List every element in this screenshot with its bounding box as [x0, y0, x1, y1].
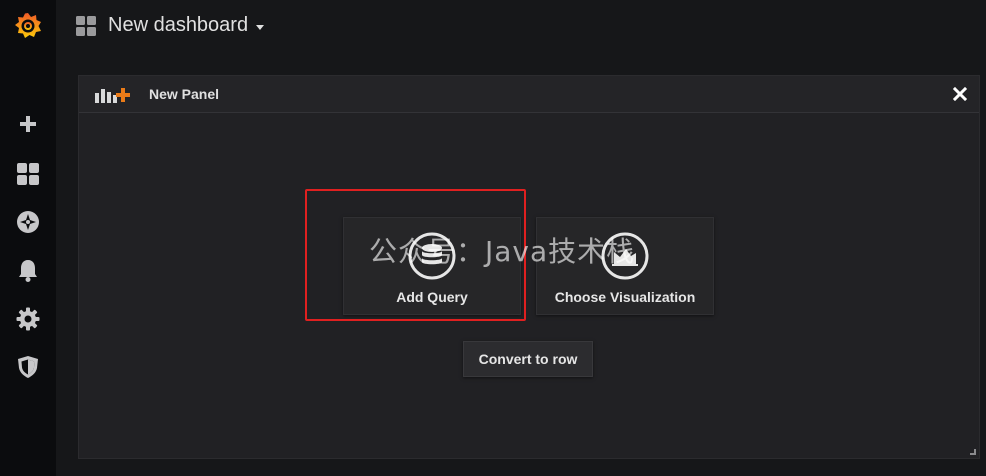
- sidebar-item-server-admin[interactable]: [0, 347, 56, 387]
- new-panel: New Panel Add Query Choose Visualization…: [78, 75, 980, 459]
- dashboard-title-picker[interactable]: New dashboard: [108, 14, 265, 37]
- sidebar: [0, 0, 56, 476]
- shield-icon: [18, 356, 38, 378]
- grafana-logo-icon: [15, 13, 41, 38]
- choose-visualization-label: Choose Visualization: [554, 289, 696, 305]
- sidebar-item-alerting[interactable]: [0, 250, 56, 290]
- caret-down-icon: [256, 25, 265, 30]
- close-panel-button[interactable]: [951, 85, 969, 103]
- panel-header: New Panel: [79, 76, 979, 113]
- plus-icon: [20, 116, 36, 132]
- grafana-logo[interactable]: [0, 6, 56, 48]
- sidebar-item-configuration[interactable]: [0, 299, 56, 339]
- top-navbar: New dashboard: [56, 0, 986, 56]
- convert-to-row-button[interactable]: Convert to row: [463, 341, 593, 377]
- bell-icon: [19, 260, 37, 282]
- add-panel-icon: [95, 88, 130, 103]
- sidebar-item-dashboards[interactable]: [0, 154, 56, 194]
- gear-icon: [16, 307, 40, 331]
- panel-resize-handle[interactable]: [970, 449, 976, 455]
- dashboard-title: New dashboard: [108, 14, 249, 36]
- dashboards-icon: [17, 163, 39, 185]
- watermark-text: 公众号：Java技术栈: [369, 235, 636, 268]
- sidebar-item-create[interactable]: [0, 104, 56, 144]
- explore-compass-icon: [17, 211, 39, 233]
- dashboard-grid-icon: [76, 16, 96, 36]
- close-icon: [953, 87, 967, 101]
- sidebar-item-explore[interactable]: [0, 202, 56, 242]
- panel-title: New Panel: [149, 86, 220, 102]
